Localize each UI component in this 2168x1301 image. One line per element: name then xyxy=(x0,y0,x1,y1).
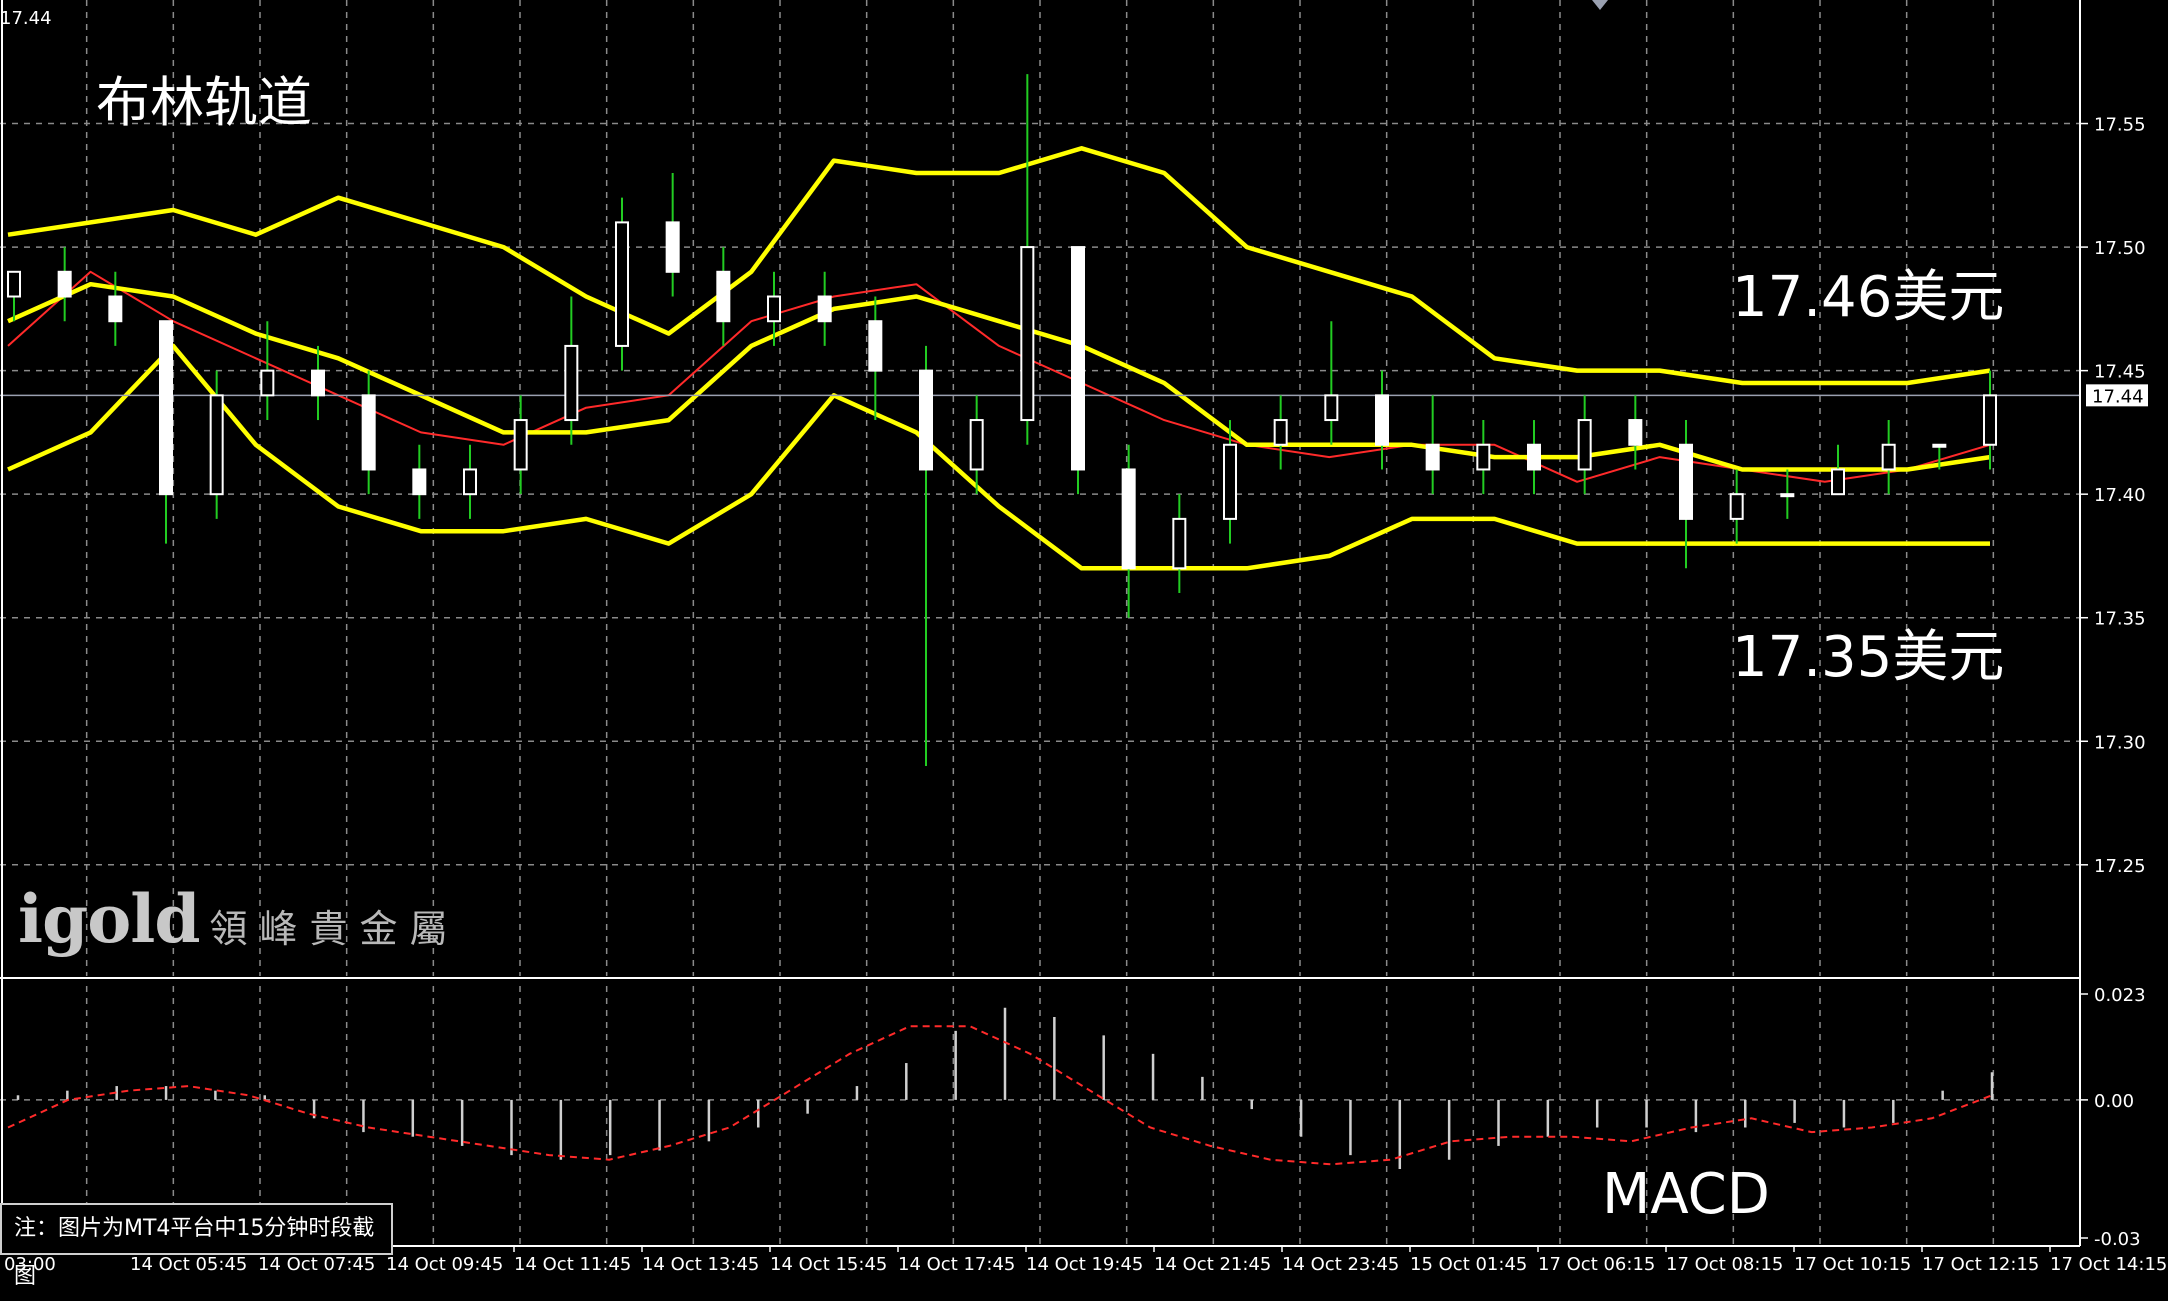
support-annotation: 17.35美元 xyxy=(1732,625,2005,690)
time-tick-label: 14 Oct 23:45 xyxy=(1282,1254,1399,1275)
time-tick-label: 14 Oct 17:45 xyxy=(898,1254,1015,1275)
candle-body xyxy=(1983,394,1997,446)
candle-body xyxy=(1273,419,1288,446)
current-price-label: 17.44 xyxy=(2092,386,2144,407)
candle-body xyxy=(1071,246,1085,471)
candle-body xyxy=(1679,443,1693,520)
candle-body xyxy=(1577,419,1592,471)
candle-body xyxy=(1375,394,1389,446)
candle-body xyxy=(1121,468,1136,570)
macd-tick-label: -0.03 xyxy=(2094,1229,2141,1250)
candle-body xyxy=(868,320,883,372)
chart-title: 布林轨道 xyxy=(96,71,312,134)
candle-body xyxy=(412,468,427,496)
macd-tick-label: 0.023 xyxy=(2094,985,2146,1006)
candle-body xyxy=(1932,443,1947,448)
price-tick-label: 17.35 xyxy=(2094,609,2146,630)
time-tick-label: 14 Oct 09:45 xyxy=(386,1254,503,1275)
time-tick-label: 14 Oct 11:45 xyxy=(514,1254,631,1275)
candle-body xyxy=(209,394,224,496)
resistance-annotation: 17.46美元 xyxy=(1732,265,2005,330)
time-tick-label: 17 Oct 12:15 xyxy=(1922,1254,2039,1275)
price-tick-label: 17.30 xyxy=(2094,732,2146,753)
time-tick-label: 14 Oct 19:45 xyxy=(1026,1254,1143,1275)
candle-body xyxy=(615,221,629,347)
candle-body xyxy=(817,295,832,323)
candle-body xyxy=(665,221,680,273)
timeframe-note: 注：图片为MT4平台中15分钟时段截图 xyxy=(0,1203,393,1289)
time-tick-label: 14 Oct 21:45 xyxy=(1154,1254,1271,1275)
candle-body xyxy=(159,320,173,496)
candle-body xyxy=(969,419,984,471)
price-tick-label: 17.45 xyxy=(2094,362,2146,383)
time-tick-label: 14 Oct 13:45 xyxy=(642,1254,759,1275)
candle-body xyxy=(513,419,528,471)
candle-body xyxy=(7,270,21,298)
candle-body xyxy=(767,295,781,323)
candle-body xyxy=(311,369,325,397)
candle-body xyxy=(1223,443,1237,520)
candle-body xyxy=(1476,443,1491,471)
price-tick-label: 17.40 xyxy=(2094,485,2146,506)
brand-chinese-name: 領峰貴金屬 xyxy=(209,907,460,951)
candle-body xyxy=(463,468,477,496)
candle-body xyxy=(1020,246,1035,422)
brand-logo: igold xyxy=(18,880,200,958)
candle-body xyxy=(1425,443,1440,471)
time-tick-label: 17 Oct 14:15 xyxy=(2050,1254,2167,1275)
candle-body xyxy=(564,344,579,422)
candle-body xyxy=(919,369,933,471)
price-tick-label: 17.55 xyxy=(2094,115,2146,136)
time-tick-label: 15 Oct 01:45 xyxy=(1410,1254,1527,1275)
candle-body xyxy=(1729,493,1744,520)
macd-tick-label: 0.00 xyxy=(2094,1091,2134,1112)
candle-body xyxy=(1628,419,1643,446)
candle-body xyxy=(716,270,731,323)
time-tick-label: 14 Oct 15:45 xyxy=(770,1254,887,1275)
top-left-price: 17.44 xyxy=(0,8,52,29)
candle-body xyxy=(1324,394,1339,422)
time-tick-label: 17 Oct 10:15 xyxy=(1794,1254,1911,1275)
time-tick-label: 14 Oct 07:45 xyxy=(258,1254,375,1275)
candle-body xyxy=(1780,493,1795,498)
time-tick-label: 17 Oct 06:15 xyxy=(1538,1254,1655,1275)
candle-body xyxy=(1527,443,1541,471)
time-tick-label: 17 Oct 08:15 xyxy=(1666,1254,1783,1275)
candle-body xyxy=(260,369,275,397)
candle-body xyxy=(1881,443,1896,471)
macd-label: MACD xyxy=(1602,1162,1770,1227)
candle-body xyxy=(1831,468,1845,496)
price-tick-label: 17.25 xyxy=(2094,856,2146,877)
candle-body xyxy=(1172,517,1187,570)
time-tick-label: 14 Oct 05:45 xyxy=(130,1254,247,1275)
brand-watermark: igold 領峰貴金屬 xyxy=(18,880,459,958)
candle-body xyxy=(57,270,72,298)
price-tick-label: 17.50 xyxy=(2094,238,2146,259)
candle-body xyxy=(108,295,123,323)
candle-body xyxy=(361,394,376,471)
